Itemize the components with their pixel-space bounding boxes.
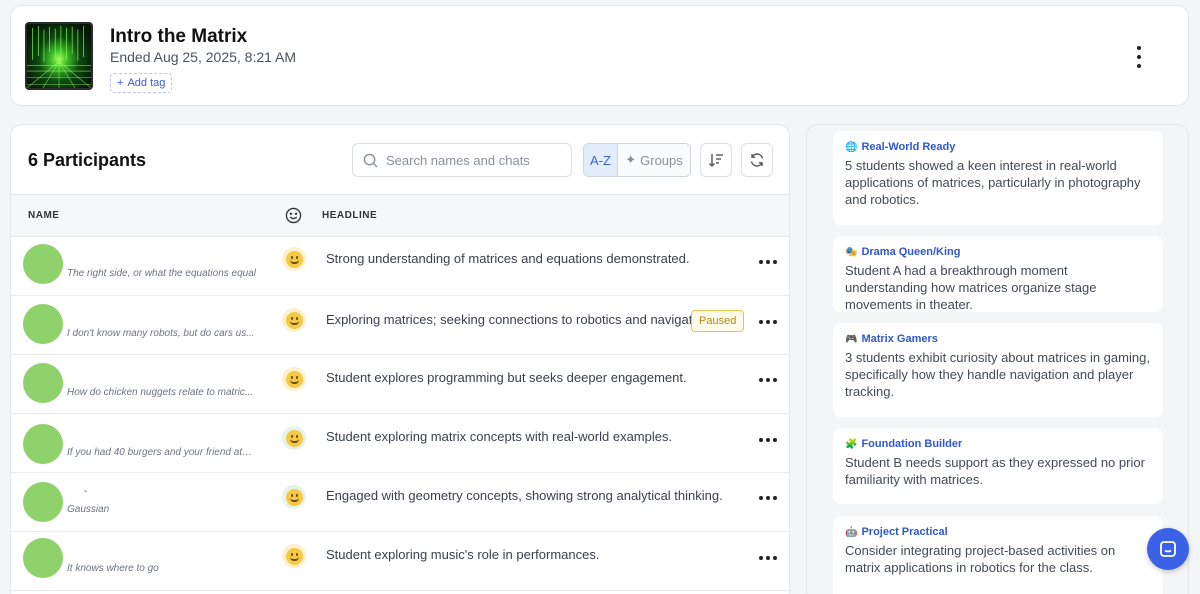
search-input[interactable]	[386, 152, 556, 168]
groups-button[interactable]: ✦ Groups	[618, 144, 690, 176]
participant-name: -	[84, 486, 88, 497]
globe-icon: 🌐	[845, 141, 858, 153]
theater-masks-icon: 🎭	[845, 246, 858, 258]
grin-emoji-icon	[282, 426, 306, 450]
mood-column-icon	[285, 207, 302, 229]
sparkle-icon: ✦	[625, 152, 637, 167]
insight-body: Consider integrating project-based activ…	[845, 543, 1116, 575]
insight-card[interactable]: 🎮 Matrix Gamers 3 students exhibit curios…	[833, 323, 1163, 417]
headline-text: Student exploring matrix concepts with r…	[326, 429, 673, 444]
more-options-button[interactable]	[1133, 46, 1145, 68]
headline-text: Engaged with geometry concepts, showing …	[326, 488, 723, 503]
avatar	[23, 304, 63, 344]
row-menu-button[interactable]	[759, 553, 777, 563]
participants-title: 6 Participants	[28, 150, 147, 170]
latest-message: I don't know many robots, but do cars us…	[67, 328, 255, 339]
status-badge: Paused	[691, 310, 745, 332]
row-menu-button[interactable]	[759, 375, 777, 385]
game-controller-icon: 🎮	[845, 333, 858, 345]
insight-card[interactable]: 🎭 Drama Queen/King Student A had a breakt…	[833, 236, 1163, 312]
groups-label: Groups	[640, 152, 683, 168]
plus-icon: +	[117, 77, 124, 89]
session-title: Intro the Matrix	[110, 26, 248, 47]
table-row[interactable]: If you had 40 burgers and your friend at…	[11, 414, 789, 473]
refresh-button[interactable]	[741, 143, 773, 177]
insight-body: 5 students showed a keen interest in rea…	[845, 158, 1141, 207]
insight-card[interactable]: 🧩 Foundation Builder Student B needs supp…	[833, 428, 1163, 504]
headline-text: Exploring matrices; seeking connections …	[326, 312, 714, 327]
insight-title: Matrix Gamers	[861, 333, 938, 345]
latest-message: If you had 40 burgers and your friend at…	[67, 447, 257, 458]
search-box[interactable]	[352, 143, 572, 177]
avatar	[23, 244, 63, 284]
sort-icon	[709, 154, 723, 167]
insight-body: 3 students exhibit curiosity about matri…	[845, 350, 1150, 399]
insight-body: Student B needs support as they expresse…	[845, 455, 1145, 487]
smile-emoji-icon	[282, 544, 306, 568]
avatar	[23, 482, 63, 522]
sort-az-button[interactable]: A-Z	[584, 144, 618, 176]
row-menu-button[interactable]	[759, 435, 777, 445]
latest-message: How do chicken nuggets relate to matric.…	[67, 387, 254, 398]
table-row[interactable]: How do chicken nuggets relate to matric.…	[11, 355, 789, 414]
grin-emoji-icon	[282, 485, 306, 509]
grin-emoji-icon	[282, 247, 306, 271]
robot-icon: 🤖	[845, 526, 858, 538]
participants-panel: 6 Participants A-Z ✦ Groups NAME HEADLIN…	[10, 124, 790, 594]
avatar	[23, 424, 63, 464]
row-menu-button[interactable]	[759, 257, 777, 267]
column-name: NAME	[28, 210, 60, 221]
chat-launcher-button[interactable]	[1147, 528, 1189, 570]
refresh-icon	[750, 153, 764, 167]
insight-title: Drama Queen/King	[861, 246, 961, 258]
insight-title: Project Practical	[861, 526, 948, 538]
insight-body: Student A had a breakthrough moment unde…	[845, 263, 1097, 312]
chat-icon	[1160, 541, 1176, 557]
session-header: Intro the Matrix Ended Aug 25, 2025, 8:2…	[10, 5, 1189, 106]
avatar	[23, 538, 63, 578]
avatar	[23, 363, 63, 403]
column-headline: HEADLINE	[322, 210, 378, 221]
table-row[interactable]: It knows where to go Student exploring m…	[11, 532, 789, 591]
latest-message: Gaussian	[67, 504, 110, 515]
insight-card[interactable]: 🤖 Project Practical Consider integrating …	[833, 516, 1163, 594]
search-icon	[363, 153, 378, 168]
table-row[interactable]: I don't know many robots, but do cars us…	[11, 296, 789, 355]
insight-card[interactable]: 🌐 Real-World Ready 5 students showed a ke…	[833, 131, 1163, 225]
add-tag-label: Add tag	[127, 77, 166, 89]
latest-message: The right side, or what the equations eq…	[67, 268, 257, 279]
row-menu-button[interactable]	[759, 317, 777, 327]
headline-text: Student explores programming but seeks d…	[326, 370, 687, 385]
session-thumbnail	[25, 22, 93, 90]
insight-title: Foundation Builder	[861, 438, 963, 450]
row-menu-button[interactable]	[759, 493, 777, 503]
add-tag-button[interactable]: + Add tag	[110, 73, 173, 93]
smile-emoji-icon	[282, 308, 306, 332]
session-ended-time: Ended Aug 25, 2025, 8:21 AM	[110, 49, 297, 65]
smile-emoji-icon	[282, 367, 306, 391]
view-toggle: A-Z ✦ Groups	[583, 143, 691, 177]
headline-text: Strong understanding of matrices and equ…	[326, 251, 690, 266]
table-row[interactable]: The right side, or what the equations eq…	[11, 237, 789, 296]
sort-order-button[interactable]	[700, 143, 732, 177]
insight-title: Real-World Ready	[861, 141, 956, 153]
latest-message: It knows where to go	[67, 563, 159, 574]
insights-panel: 🌐 Real-World Ready 5 students showed a ke…	[806, 124, 1189, 594]
headline-text: Student exploring music's role in perfor…	[326, 547, 600, 562]
table-header: NAME HEADLINE	[11, 194, 789, 237]
puzzle-piece-icon: 🧩	[845, 438, 858, 450]
table-row[interactable]: - Gaussian Engaged with geometry concept…	[11, 473, 789, 532]
